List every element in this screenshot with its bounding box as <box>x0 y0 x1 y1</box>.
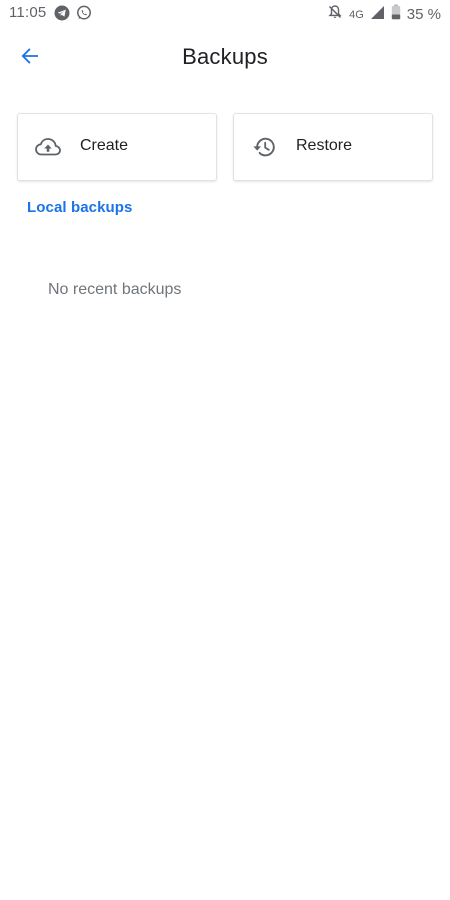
history-icon <box>250 133 278 161</box>
create-label: Create <box>80 137 129 154</box>
signal-icon <box>370 5 385 25</box>
status-time: 11:05 <box>9 4 47 21</box>
app-bar: Backups <box>0 30 450 86</box>
notifications-off-icon <box>327 4 343 25</box>
cloud-upload-icon <box>34 133 62 161</box>
status-bar: 11:05 4G 35 % <box>0 0 450 28</box>
empty-state-message: No recent backups <box>48 281 182 298</box>
page-title: Backups <box>182 44 268 69</box>
local-backups-link[interactable]: Local backups <box>27 199 133 216</box>
network-type: 4G <box>349 8 364 21</box>
battery-icon <box>391 4 401 25</box>
whatsapp-icon <box>76 5 92 26</box>
create-backup-button[interactable]: Create <box>17 113 217 181</box>
status-left-icons <box>54 5 92 26</box>
backup-actions: Create Restore <box>17 113 434 181</box>
restore-backup-button[interactable]: Restore <box>233 113 433 181</box>
status-right: 4G 35 % <box>327 4 441 25</box>
restore-label: Restore <box>296 137 353 154</box>
telegram-icon <box>54 5 70 26</box>
battery-percentage: 35 % <box>406 6 441 23</box>
